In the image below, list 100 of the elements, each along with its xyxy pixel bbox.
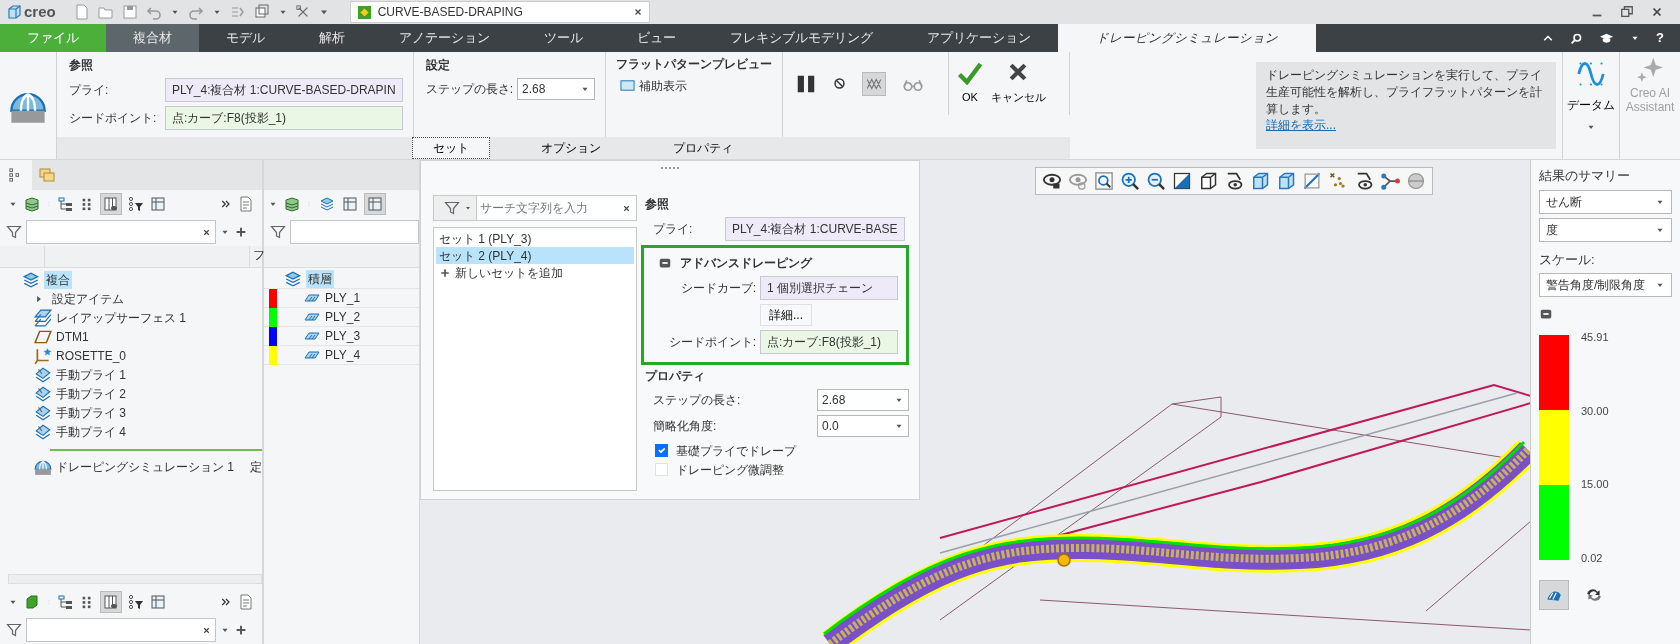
columns-button[interactable] bbox=[100, 591, 122, 613]
seed-curve-field[interactable]: 1 個別選択チェーン bbox=[760, 276, 898, 300]
tree-icon[interactable] bbox=[58, 594, 74, 610]
cancel-button[interactable]: キャンセル bbox=[990, 61, 1046, 106]
plane-icon[interactable] bbox=[1302, 171, 1322, 191]
view-button[interactable] bbox=[364, 193, 386, 215]
table-icon[interactable] bbox=[150, 196, 166, 212]
horizontal-scrollbar[interactable] bbox=[8, 574, 262, 584]
close-window-icon[interactable] bbox=[295, 5, 310, 19]
filter-icon[interactable] bbox=[6, 622, 22, 638]
layers-icon[interactable] bbox=[284, 196, 300, 212]
collapse-icon[interactable] bbox=[1539, 307, 1553, 321]
close-icon[interactable] bbox=[1650, 5, 1664, 19]
seed-point-field[interactable]: 点:カーブ:F8(投影_1) bbox=[760, 330, 898, 354]
details-button[interactable]: 詳細... bbox=[760, 304, 812, 326]
tree-item[interactable]: PLY_3 bbox=[325, 327, 361, 345]
tree-item[interactable]: レイアップサーフェス 1 bbox=[56, 308, 186, 327]
unit-dropdown[interactable]: 度 bbox=[1539, 217, 1672, 242]
set-item[interactable]: セット 2 (PLY_4) bbox=[436, 247, 634, 264]
step-length-dropdown[interactable]: 2.68 bbox=[516, 78, 595, 100]
search-icon[interactable] bbox=[1570, 31, 1584, 45]
nodes-icon[interactable] bbox=[1380, 171, 1400, 191]
columns-button[interactable] bbox=[100, 193, 122, 215]
list-icon[interactable] bbox=[342, 196, 358, 212]
menu-tab[interactable]: ドレーピングシミュレーション bbox=[1058, 24, 1316, 52]
eye-icon[interactable] bbox=[1042, 171, 1062, 191]
clear-icon[interactable] bbox=[202, 625, 211, 635]
model-tree-tab[interactable] bbox=[0, 160, 32, 190]
simplify-angle-dropdown[interactable]: 0.0 bbox=[817, 415, 909, 437]
column-header[interactable]: フ bbox=[250, 246, 262, 267]
tree-item[interactable]: PLY_1 bbox=[325, 289, 361, 307]
sphere-icon[interactable] bbox=[1406, 171, 1426, 191]
help-button[interactable]: ? bbox=[1656, 28, 1664, 48]
ply-field[interactable]: PLY_4:複合材 1:CURVE-BASED-DRAPIN bbox=[165, 78, 403, 102]
step-length-dropdown[interactable]: 2.68 bbox=[817, 389, 909, 411]
tree-filter-icon[interactable] bbox=[128, 594, 144, 610]
panel-tab[interactable]: セット bbox=[412, 137, 491, 159]
document-tab[interactable]: CURVE-BASED-DRAPING bbox=[349, 1, 650, 23]
grid-dots-icon[interactable] bbox=[80, 594, 94, 610]
tree-item[interactable]: ドレーピングシミュレーション 1 bbox=[56, 457, 234, 476]
filter-dropdown[interactable] bbox=[433, 195, 477, 221]
seed-point-marker[interactable] bbox=[1057, 553, 1071, 567]
zoom-box-icon[interactable] bbox=[1094, 171, 1114, 191]
tree-item[interactable]: ROSETTE_0 bbox=[56, 346, 127, 365]
stop-icon[interactable] bbox=[832, 77, 846, 90]
filter-field[interactable] bbox=[26, 220, 216, 244]
tree-item[interactable]: 積層 bbox=[306, 270, 334, 288]
tree-item[interactable]: PLY_2 bbox=[325, 308, 361, 326]
ply-field[interactable]: PLY_4:複合材 1:CURVE-BASE bbox=[725, 217, 905, 241]
add-set-link[interactable]: 新しいセットを追加 bbox=[455, 263, 563, 282]
more-icon[interactable] bbox=[220, 198, 232, 210]
clear-icon[interactable] bbox=[622, 203, 631, 213]
tree-item[interactable]: PLY_4 bbox=[325, 346, 361, 364]
tree-item[interactable]: 手動プライ 4 bbox=[56, 422, 126, 441]
zoom-out-icon[interactable] bbox=[1146, 171, 1166, 191]
shaded-view-button[interactable] bbox=[1539, 580, 1569, 610]
menu-tab[interactable]: 解析 bbox=[292, 24, 372, 52]
insert-marker[interactable] bbox=[50, 449, 262, 451]
layers-icon[interactable] bbox=[24, 196, 40, 212]
collapse-icon[interactable] bbox=[658, 256, 672, 270]
grip-icon[interactable] bbox=[661, 167, 679, 170]
menu-tab[interactable]: フレキシブルモデリング bbox=[703, 24, 900, 52]
result-type-dropdown[interactable]: せん断 bbox=[1539, 189, 1672, 214]
filter-field[interactable] bbox=[290, 220, 419, 244]
plus-icon[interactable] bbox=[234, 225, 248, 239]
tree-item[interactable]: 設定アイテム bbox=[52, 289, 124, 308]
refit-icon[interactable] bbox=[1172, 171, 1192, 191]
menu-tab[interactable]: モデル bbox=[199, 24, 292, 52]
datum-button[interactable]: データム bbox=[1563, 52, 1619, 159]
details-link[interactable]: 詳細を表示... bbox=[1266, 118, 1336, 133]
tree-item[interactable]: 手動プライ 2 bbox=[56, 384, 126, 403]
filter-icon[interactable] bbox=[6, 224, 22, 240]
cube-icon[interactable] bbox=[1198, 171, 1218, 191]
tree-item[interactable]: 手動プライ 3 bbox=[56, 403, 126, 422]
save-icon[interactable] bbox=[121, 4, 138, 20]
windows-icon[interactable] bbox=[253, 4, 270, 20]
checkbox[interactable] bbox=[655, 444, 668, 457]
restore-icon[interactable] bbox=[1620, 5, 1634, 19]
menu-tab[interactable]: ビュー bbox=[610, 24, 703, 52]
grid-dots-icon[interactable] bbox=[80, 196, 94, 212]
menu-tab[interactable]: ツール bbox=[517, 24, 610, 52]
tree-item[interactable]: 手動プライ 1 bbox=[56, 365, 126, 384]
tree-filter-icon[interactable] bbox=[128, 196, 144, 212]
plus-icon[interactable] bbox=[234, 623, 248, 637]
checkbox-label[interactable]: 基礎プライでドレープ bbox=[676, 441, 796, 460]
checkbox-label[interactable]: ドレーピング微調整 bbox=[676, 460, 784, 479]
zoom-in-icon[interactable] bbox=[1120, 171, 1140, 191]
filter-field[interactable] bbox=[26, 618, 216, 642]
more-icon[interactable] bbox=[220, 596, 232, 608]
tree-item[interactable]: DTM1 bbox=[56, 327, 89, 346]
set-item[interactable]: セット 1 (PLY_3) bbox=[436, 230, 634, 247]
table-icon[interactable] bbox=[150, 594, 166, 610]
menu-tab[interactable]: アノテーション bbox=[372, 24, 517, 52]
shaded-cube-icon[interactable] bbox=[1250, 171, 1270, 191]
ok-button[interactable]: OK bbox=[956, 61, 983, 106]
search-field[interactable]: サーチ文字列を入力 bbox=[477, 195, 637, 221]
refresh-icon[interactable] bbox=[1585, 586, 1603, 604]
clear-icon[interactable] bbox=[202, 227, 211, 237]
tree-icon[interactable] bbox=[58, 196, 74, 212]
checkbox-icon[interactable] bbox=[619, 78, 635, 94]
